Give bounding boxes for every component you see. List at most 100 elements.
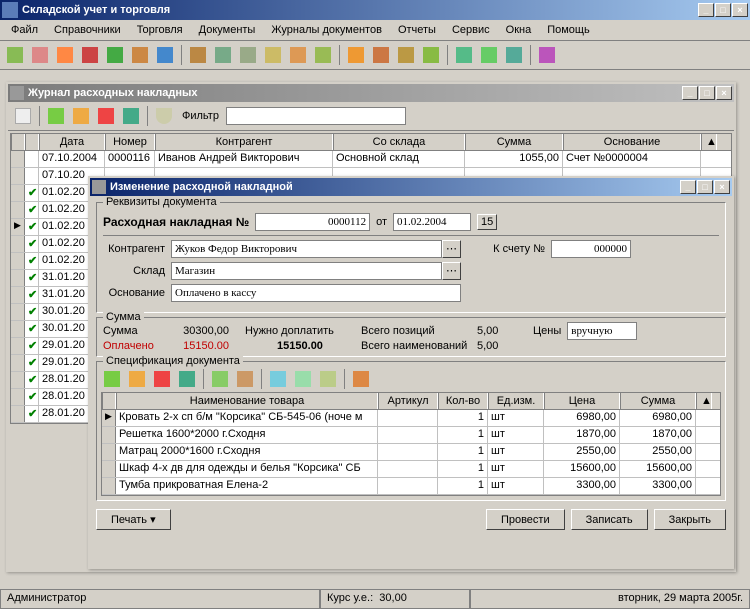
tool-15[interactable] bbox=[370, 44, 392, 66]
contragent-lookup-button[interactable]: ⋯ bbox=[442, 240, 461, 258]
col-warehouse[interactable]: Со склада bbox=[333, 134, 465, 150]
spec-add[interactable] bbox=[101, 368, 123, 390]
journal-tool-refresh[interactable] bbox=[120, 105, 142, 127]
tool-1[interactable] bbox=[4, 44, 26, 66]
spec-edit[interactable] bbox=[126, 368, 148, 390]
edit-minimize-button[interactable]: _ bbox=[680, 180, 696, 194]
tool-10[interactable] bbox=[237, 44, 259, 66]
tool-7[interactable] bbox=[154, 44, 176, 66]
post-button[interactable]: Провести bbox=[486, 509, 565, 530]
table-row[interactable]: Матрац 2000*1600 г.Сходня1шт2550,002550,… bbox=[102, 444, 720, 461]
tool-3[interactable] bbox=[54, 44, 76, 66]
tool-19[interactable] bbox=[478, 44, 500, 66]
table-row[interactable]: Тумба прикроватная Елена-21шт3300,003300… bbox=[102, 478, 720, 495]
spec-doc1[interactable] bbox=[209, 368, 231, 390]
close-button[interactable]: × bbox=[732, 3, 748, 17]
status-date: вторник, 29 марта 2005г. bbox=[470, 590, 750, 609]
journal-title: Журнал расходных накладных bbox=[28, 87, 682, 99]
journal-tool-filter[interactable] bbox=[153, 105, 175, 127]
maximize-button[interactable]: □ bbox=[715, 3, 731, 17]
minimize-button[interactable]: _ bbox=[698, 3, 714, 17]
close-button[interactable]: Закрыть bbox=[654, 509, 726, 530]
tool-11[interactable] bbox=[262, 44, 284, 66]
menu-docs[interactable]: Документы bbox=[192, 22, 263, 38]
doc-date-input[interactable] bbox=[393, 213, 471, 231]
tool-14[interactable] bbox=[345, 44, 367, 66]
spec-move[interactable] bbox=[317, 368, 339, 390]
journal-tool-add[interactable] bbox=[45, 105, 67, 127]
tool-8[interactable] bbox=[187, 44, 209, 66]
table-row[interactable]: Решетка 1600*2000 г.Сходня1шт1870,001870… bbox=[102, 427, 720, 444]
menu-windows[interactable]: Окна bbox=[499, 22, 539, 38]
spec-delete[interactable] bbox=[151, 368, 173, 390]
menu-service[interactable]: Сервис bbox=[445, 22, 497, 38]
filter-input[interactable] bbox=[226, 107, 406, 125]
col-rowmark[interactable] bbox=[11, 134, 25, 150]
journal-maximize-button[interactable]: □ bbox=[699, 86, 715, 100]
print-button[interactable]: Печать ▾ bbox=[96, 509, 171, 530]
spec-export[interactable] bbox=[350, 368, 372, 390]
cell-article bbox=[378, 461, 438, 477]
menu-refs[interactable]: Справочники bbox=[47, 22, 128, 38]
warehouse-input[interactable] bbox=[171, 262, 442, 280]
journal-minimize-button[interactable]: _ bbox=[682, 86, 698, 100]
col-number[interactable]: Номер bbox=[105, 134, 155, 150]
col-scroll[interactable]: ▲ bbox=[701, 134, 717, 150]
tool-5[interactable] bbox=[104, 44, 126, 66]
menu-file[interactable]: Файл bbox=[4, 22, 45, 38]
spec-copy[interactable] bbox=[267, 368, 289, 390]
doc-number-input[interactable] bbox=[255, 213, 370, 231]
col-price[interactable]: Цена bbox=[544, 393, 620, 409]
add-icon bbox=[104, 371, 120, 387]
tool-13[interactable] bbox=[312, 44, 334, 66]
journal-close-button[interactable]: × bbox=[716, 86, 732, 100]
table-row[interactable]: 07.10.20040000116Иванов Андрей Викторови… bbox=[11, 151, 731, 168]
col-article[interactable]: Артикул bbox=[378, 393, 438, 409]
menu-help[interactable]: Помощь bbox=[540, 22, 597, 38]
tool-12[interactable] bbox=[287, 44, 309, 66]
spec-refresh[interactable] bbox=[176, 368, 198, 390]
col-date[interactable]: Дата bbox=[39, 134, 105, 150]
edit-close-button[interactable]: × bbox=[714, 180, 730, 194]
tool-9[interactable] bbox=[212, 44, 234, 66]
basis-input[interactable] bbox=[171, 284, 461, 302]
col-check[interactable] bbox=[25, 134, 39, 150]
menu-journals[interactable]: Журналы документов bbox=[264, 22, 389, 38]
tool-17[interactable] bbox=[420, 44, 442, 66]
cell-unit: шт bbox=[488, 410, 544, 426]
tool-4[interactable] bbox=[79, 44, 101, 66]
app-icon bbox=[2, 2, 18, 18]
row-marker: ▶ bbox=[11, 219, 25, 235]
col-rowmark[interactable] bbox=[102, 393, 116, 409]
edit-maximize-button[interactable]: □ bbox=[697, 180, 713, 194]
prices-input[interactable] bbox=[567, 322, 637, 340]
col-basis[interactable]: Основание bbox=[563, 134, 701, 150]
table-row[interactable]: ▶Кровать 2-х сп б/м "Корсика" СБ-545-06 … bbox=[102, 410, 720, 427]
col-qty[interactable]: Кол-во bbox=[438, 393, 488, 409]
tool-2[interactable] bbox=[29, 44, 51, 66]
spec-paste[interactable] bbox=[292, 368, 314, 390]
journal-tool-edit[interactable] bbox=[70, 105, 92, 127]
tool-16[interactable] bbox=[395, 44, 417, 66]
account-input[interactable] bbox=[551, 240, 631, 258]
date-picker-button[interactable]: 15 bbox=[477, 214, 497, 230]
spec-doc2[interactable] bbox=[234, 368, 256, 390]
save-button[interactable]: Записать bbox=[571, 509, 648, 530]
tool-21[interactable] bbox=[536, 44, 558, 66]
col-unit[interactable]: Ед.изм. bbox=[488, 393, 544, 409]
col-name[interactable]: Наименование товара bbox=[116, 393, 378, 409]
col-scroll[interactable]: ▲ bbox=[696, 393, 712, 409]
table-row[interactable]: Шкаф 4-х дв для одежды и белья "Корсика"… bbox=[102, 461, 720, 478]
journal-tool-new[interactable] bbox=[12, 105, 34, 127]
journal-tool-delete[interactable] bbox=[95, 105, 117, 127]
tool-20[interactable] bbox=[503, 44, 525, 66]
warehouse-lookup-button[interactable]: ⋯ bbox=[442, 262, 461, 280]
contragent-input[interactable] bbox=[171, 240, 442, 258]
tool-18[interactable] bbox=[453, 44, 475, 66]
col-sum[interactable]: Сумма bbox=[620, 393, 696, 409]
col-sum[interactable]: Сумма bbox=[465, 134, 563, 150]
menu-reports[interactable]: Отчеты bbox=[391, 22, 443, 38]
col-contragent[interactable]: Контрагент bbox=[155, 134, 333, 150]
tool-6[interactable] bbox=[129, 44, 151, 66]
menu-trade[interactable]: Торговля bbox=[130, 22, 190, 38]
